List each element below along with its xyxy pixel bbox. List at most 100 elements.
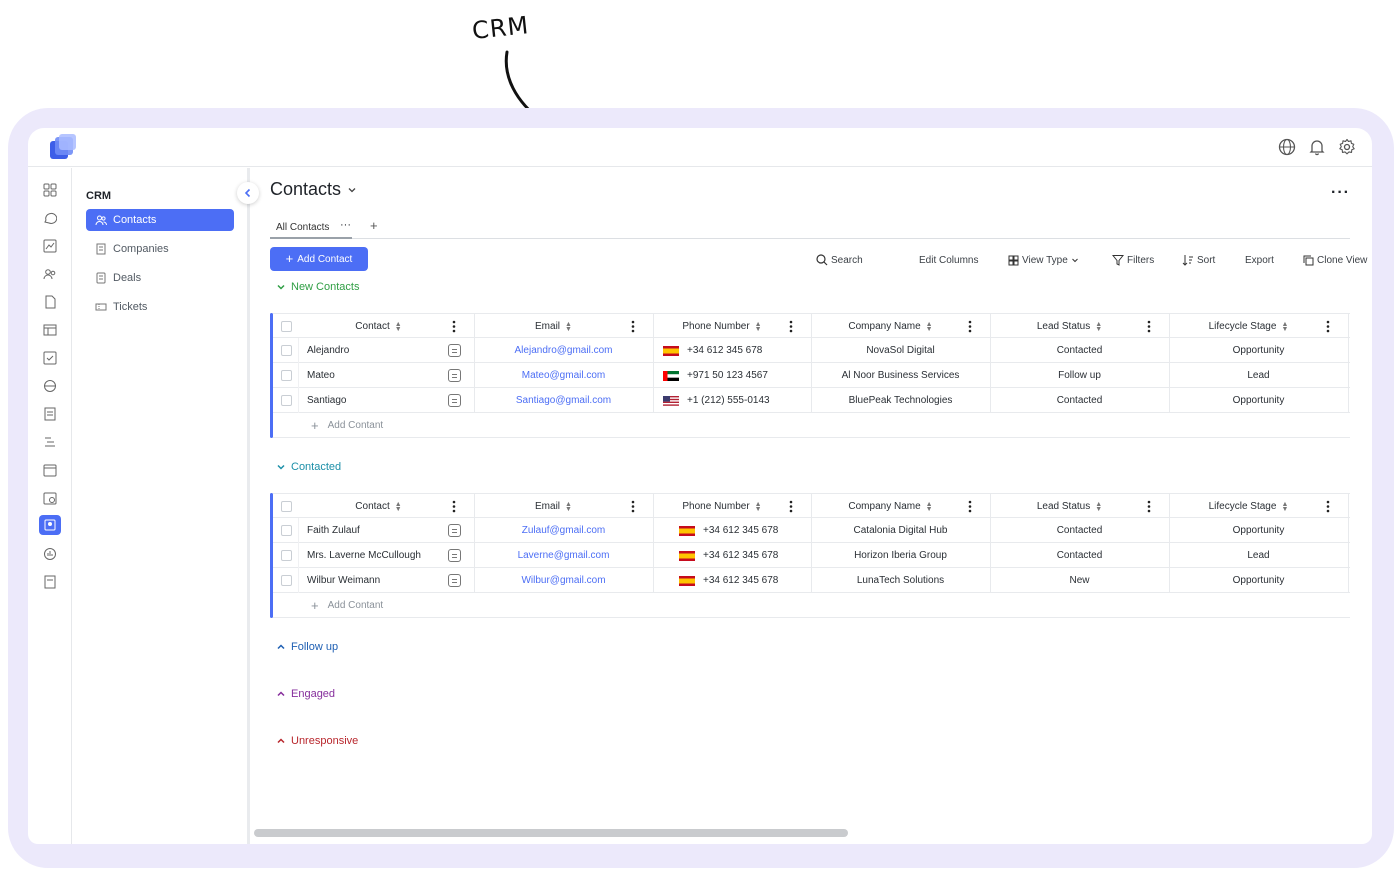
- row-checkbox[interactable]: [281, 525, 292, 536]
- contact-name[interactable]: Mateo: [307, 363, 457, 388]
- column-header-phone[interactable]: Phone Number ▲ ▼: [653, 314, 791, 339]
- lead-status[interactable]: Follow up: [990, 363, 1169, 388]
- column-header-lifecycle[interactable]: Lifecycle Stage ▲ ▼: [1169, 494, 1328, 519]
- contact-name[interactable]: Santiago: [307, 388, 457, 413]
- column-menu-icon[interactable]: [631, 320, 635, 333]
- lifecycle-stage[interactable]: Lead: [1169, 363, 1348, 388]
- note-icon[interactable]: [448, 369, 461, 382]
- group-header-unresponsive[interactable]: Unresponsive: [276, 735, 358, 747]
- tab-more-icon[interactable]: ···: [340, 219, 351, 231]
- contact-email[interactable]: Wilbur@gmail.com: [474, 568, 653, 593]
- column-menu-icon[interactable]: [789, 320, 793, 333]
- sidebar-collapse-button[interactable]: [237, 182, 259, 204]
- lifecycle-stage[interactable]: Opportunity: [1169, 388, 1348, 413]
- lead-status[interactable]: New: [990, 568, 1169, 593]
- contact-name[interactable]: Wilbur Weimann: [307, 568, 457, 593]
- table-row[interactable]: Mateo Mateo@gmail.com +971 50 123 4567 Al N…: [273, 363, 1350, 388]
- contact-email[interactable]: Santiago@gmail.com: [474, 388, 653, 413]
- sort-arrows-icon[interactable]: ▲ ▼: [395, 321, 402, 333]
- contact-phone[interactable]: +34 612 345 678: [679, 543, 829, 568]
- lead-status[interactable]: Contacted: [990, 543, 1169, 568]
- lifecycle-stage[interactable]: Lead: [1169, 543, 1348, 568]
- sort-arrows-icon[interactable]: ▲ ▼: [926, 321, 933, 333]
- column-header-contact[interactable]: Contact ▲ ▼: [273, 314, 454, 339]
- team-icon[interactable]: [43, 267, 57, 281]
- filters-button[interactable]: Filters: [1112, 252, 1154, 268]
- sort-arrows-icon[interactable]: ▲ ▼: [926, 501, 933, 513]
- company-name[interactable]: Catalonia Digital Hub: [811, 518, 990, 543]
- company-name[interactable]: Al Noor Business Services: [811, 363, 990, 388]
- contact-name[interactable]: Faith Zulauf: [307, 518, 457, 543]
- edit-columns-button[interactable]: Edit Columns: [919, 252, 978, 268]
- note-icon[interactable]: [448, 394, 461, 407]
- horizontal-scrollbar[interactable]: [254, 829, 848, 837]
- column-menu-icon[interactable]: [1147, 500, 1151, 513]
- lead-status[interactable]: Contacted: [990, 388, 1169, 413]
- row-checkbox[interactable]: [281, 395, 292, 406]
- column-menu-icon[interactable]: [1326, 500, 1330, 513]
- view-type-button[interactable]: View Type: [1008, 252, 1079, 268]
- contact-name[interactable]: Mrs. Laverne McCullough: [307, 543, 457, 568]
- sort-arrows-icon[interactable]: ▲ ▼: [395, 501, 402, 513]
- contact-phone[interactable]: +34 612 345 678: [679, 568, 829, 593]
- column-menu-icon[interactable]: [789, 500, 793, 513]
- contact-phone[interactable]: +1 (212) 555-0143: [663, 388, 813, 413]
- company-name[interactable]: NovaSol Digital: [811, 338, 990, 363]
- contact-email[interactable]: Mateo@gmail.com: [474, 363, 653, 388]
- column-menu-icon[interactable]: [452, 500, 456, 513]
- table-row[interactable]: Wilbur Weimann Wilbur@gmail.com +34 612 34…: [273, 568, 1350, 593]
- page-title-dropdown[interactable]: Contacts: [270, 179, 357, 200]
- contact-email[interactable]: Alejandro@gmail.com: [474, 338, 653, 363]
- add-contact-row-button[interactable]: + Add Contant: [311, 413, 461, 438]
- row-checkbox[interactable]: [281, 550, 292, 561]
- note-icon[interactable]: [448, 574, 461, 587]
- note-icon[interactable]: [448, 549, 461, 562]
- schedule-icon[interactable]: [43, 491, 57, 505]
- crm-rail-item-active[interactable]: [39, 515, 61, 535]
- reports-icon[interactable]: [43, 547, 57, 561]
- add-contact-row[interactable]: + Add Contant: [273, 593, 1350, 618]
- workflow-icon[interactable]: [43, 435, 57, 449]
- add-contact-row[interactable]: + Add Contant: [273, 413, 1350, 438]
- column-header-company[interactable]: Company Name ▲ ▼: [811, 494, 970, 519]
- sort-arrows-icon[interactable]: ▲ ▼: [1281, 501, 1288, 513]
- sidebar-item-companies[interactable]: Companies: [86, 238, 234, 260]
- company-name[interactable]: Horizon Iberia Group: [811, 543, 990, 568]
- group-header-new-contacts[interactable]: New Contacts: [276, 281, 359, 293]
- globe-icon[interactable]: [1278, 138, 1296, 156]
- layout-icon[interactable]: [43, 323, 57, 337]
- sort-arrows-icon[interactable]: ▲ ▼: [755, 321, 762, 333]
- column-header-lifecycle[interactable]: Lifecycle Stage ▲ ▼: [1169, 314, 1328, 339]
- table-row[interactable]: Mrs. Laverne McCullough Laverne@gmail.com…: [273, 543, 1350, 568]
- contact-phone[interactable]: +34 612 345 678: [679, 518, 829, 543]
- column-menu-icon[interactable]: [968, 320, 972, 333]
- contact-email[interactable]: Zulauf@gmail.com: [474, 518, 653, 543]
- lead-status[interactable]: Contacted: [990, 518, 1169, 543]
- column-header-lead_status[interactable]: Lead Status ▲ ▼: [990, 494, 1149, 519]
- add-tab-button[interactable]: +: [370, 218, 378, 233]
- file-icon[interactable]: [43, 295, 57, 309]
- group-header-engaged[interactable]: Engaged: [276, 688, 335, 700]
- group-header-follow-up[interactable]: Follow up: [276, 641, 338, 653]
- more-options-icon[interactable]: ···: [1331, 184, 1350, 202]
- contact-email[interactable]: Laverne@gmail.com: [474, 543, 653, 568]
- sidebar-item-tickets[interactable]: Tickets: [86, 296, 234, 318]
- note-icon[interactable]: [448, 344, 461, 357]
- sort-arrows-icon[interactable]: ▲ ▼: [1095, 321, 1102, 333]
- column-header-contact[interactable]: Contact ▲ ▼: [273, 494, 454, 519]
- contact-phone[interactable]: +34 612 345 678: [663, 338, 813, 363]
- clone-view-button[interactable]: Clone View: [1303, 252, 1367, 268]
- bell-icon[interactable]: [1308, 138, 1326, 156]
- notes-icon[interactable]: [43, 575, 57, 589]
- sort-arrows-icon[interactable]: ▲ ▼: [565, 321, 572, 333]
- row-checkbox[interactable]: [281, 575, 292, 586]
- analytics-icon[interactable]: [43, 239, 57, 253]
- invoice-icon[interactable]: [43, 407, 57, 421]
- row-checkbox[interactable]: [281, 345, 292, 356]
- calendar-icon[interactable]: [43, 463, 57, 477]
- chat-icon[interactable]: [43, 211, 57, 225]
- gear-icon[interactable]: [1338, 138, 1356, 156]
- sort-arrows-icon[interactable]: ▲ ▼: [1095, 501, 1102, 513]
- sort-button[interactable]: Sort: [1182, 252, 1215, 268]
- lifecycle-stage[interactable]: Opportunity: [1169, 338, 1348, 363]
